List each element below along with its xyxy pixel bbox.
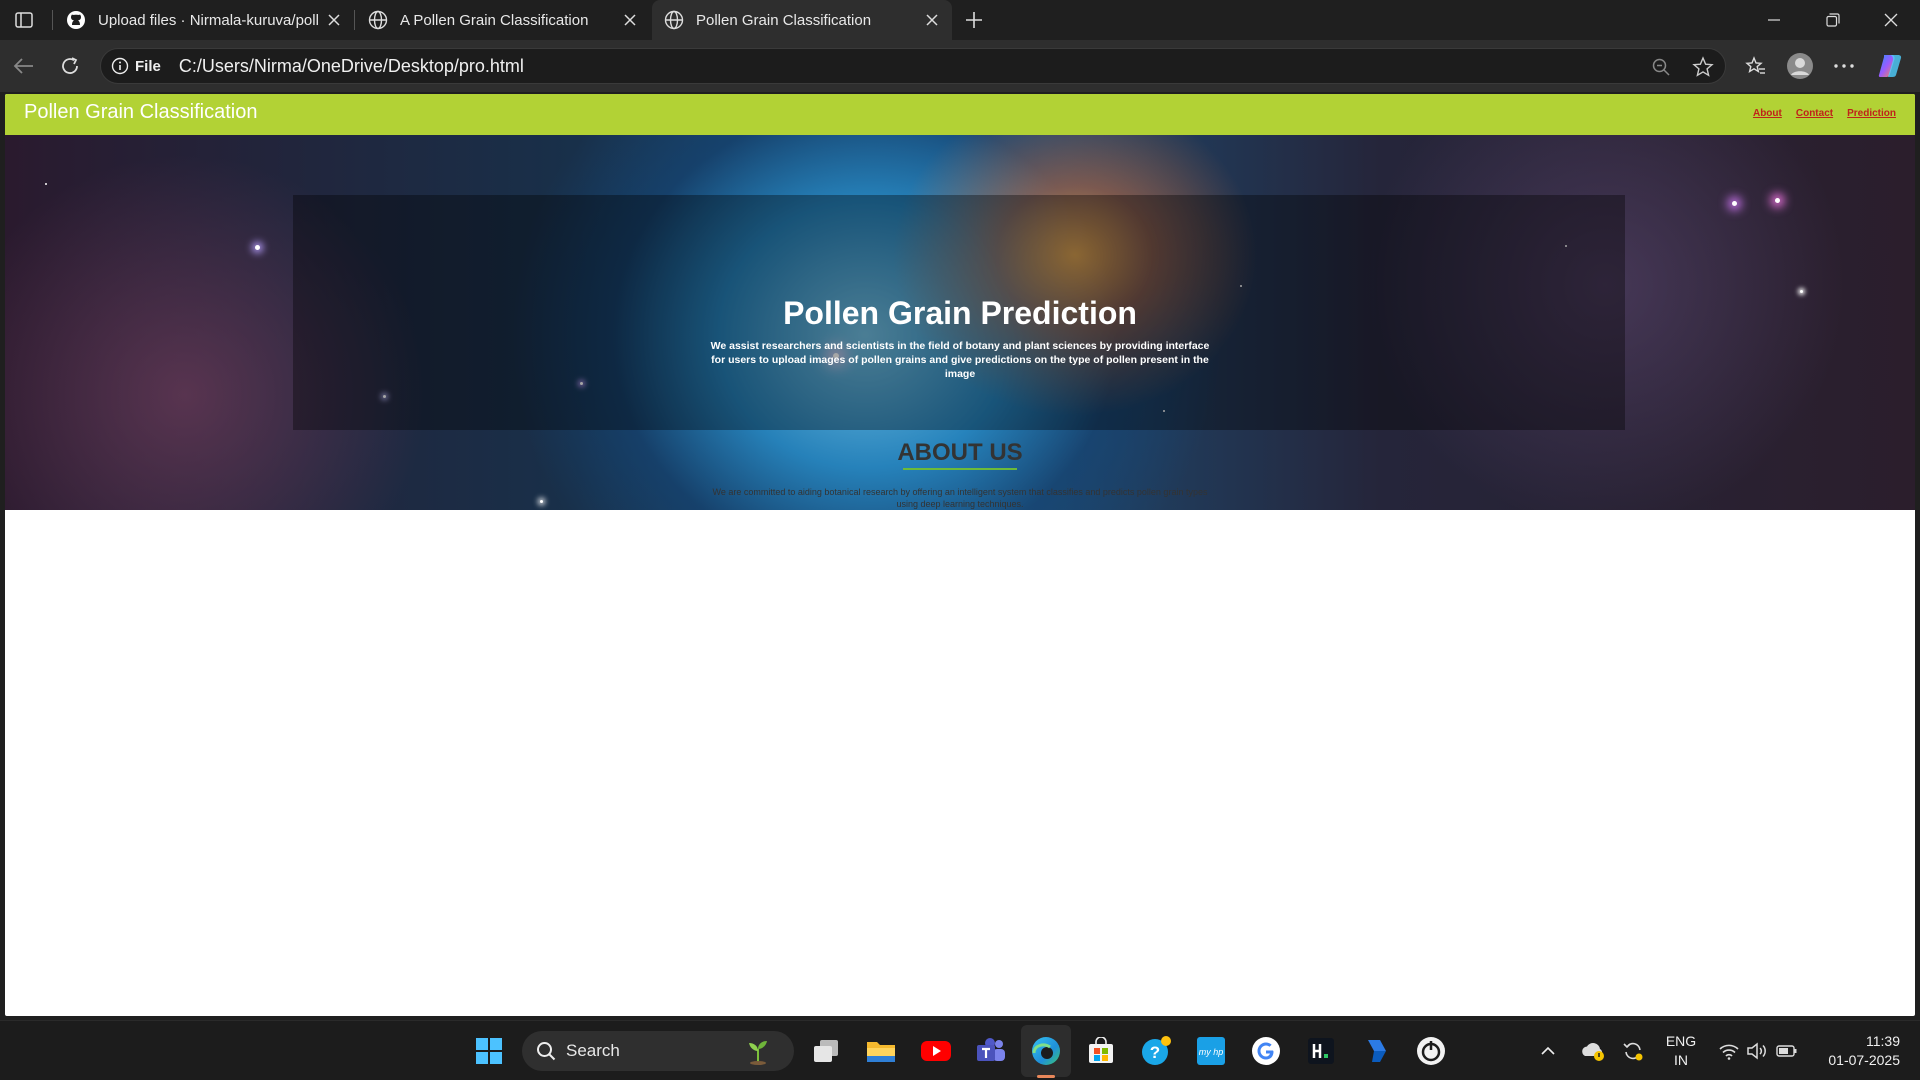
restore-icon[interactable] — [1804, 0, 1862, 40]
tab-separator — [52, 10, 53, 30]
star-decoration — [1775, 198, 1780, 203]
favorite-star-icon[interactable] — [1691, 55, 1715, 79]
task-view-icon[interactable] — [810, 1035, 842, 1067]
myhp-icon[interactable]: my hp — [1195, 1035, 1227, 1067]
site-info-label: File — [135, 57, 161, 75]
nav-link-about[interactable]: About — [1753, 108, 1782, 119]
refresh-icon[interactable] — [56, 52, 84, 80]
tab-pollen-grain-classification[interactable]: Pollen Grain Classification — [652, 0, 952, 40]
globe-icon — [664, 10, 684, 30]
close-icon[interactable] — [622, 12, 638, 28]
microsoft-store-icon[interactable] — [1085, 1035, 1117, 1067]
search-label: Search — [566, 1041, 620, 1060]
close-icon[interactable] — [326, 12, 342, 28]
google-icon[interactable] — [1250, 1035, 1282, 1067]
get-help-icon[interactable]: ? — [1140, 1035, 1172, 1067]
sidebar-toggle-icon[interactable] — [12, 9, 36, 31]
site-header: Pollen Grain Classification About Contac… — [5, 94, 1915, 135]
nav-link-contact[interactable]: Contact — [1796, 108, 1833, 119]
wifi-icon[interactable] — [1718, 1021, 1740, 1080]
clock-date: 01-07-2025 — [1828, 1052, 1900, 1068]
page-viewport: Pollen Grain Classification About Contac… — [5, 94, 1915, 1016]
show-hidden-icons-icon[interactable] — [1540, 1021, 1556, 1080]
info-icon — [111, 57, 129, 75]
taskbar-search-box[interactable]: Search — [522, 1031, 794, 1071]
more-options-icon[interactable] — [1830, 52, 1858, 80]
language-code: ENG — [1665, 1033, 1697, 1049]
language-region: IN — [1674, 1052, 1688, 1068]
back-icon[interactable] — [10, 52, 38, 80]
tab-title: Upload files · Nirmala-kuruva/poll — [98, 11, 318, 29]
tab-title: A Pollen Grain Classification — [400, 11, 589, 29]
teams-icon[interactable] — [975, 1035, 1007, 1067]
url-text[interactable]: C:/Users/Nirma/OneDrive/Desktop/pro.html — [179, 56, 524, 77]
hero-description: We assist researchers and scientists in … — [710, 340, 1210, 380]
browser-toolbar: File C:/Users/Nirma/OneDrive/Desktop/pro… — [0, 40, 1920, 92]
language-indicator[interactable]: ENG IN — [1666, 1021, 1696, 1080]
onedrive-warning-icon[interactable] — [1580, 1021, 1606, 1080]
hackerrank-icon[interactable] — [1305, 1035, 1337, 1067]
svg-text:?: ? — [1150, 1043, 1160, 1062]
site-nav: About Contact Prediction — [1753, 108, 1896, 119]
address-bar[interactable]: File C:/Users/Nirma/OneDrive/Desktop/pro… — [100, 48, 1726, 84]
copilot-icon[interactable] — [1876, 52, 1904, 80]
sync-icon[interactable] — [1622, 1021, 1644, 1080]
minimize-icon[interactable] — [1745, 0, 1803, 40]
star-decoration — [1732, 201, 1737, 206]
star-decoration — [1800, 290, 1803, 293]
close-icon[interactable] — [924, 12, 940, 28]
power-app-icon[interactable] — [1415, 1035, 1447, 1067]
star-decoration — [255, 245, 260, 250]
star-decoration — [540, 500, 543, 503]
new-tab-icon[interactable] — [960, 6, 988, 34]
active-app-indicator — [1037, 1075, 1055, 1078]
site-brand[interactable]: Pollen Grain Classification — [24, 101, 257, 124]
browser-title-bar: Upload files · Nirmala-kuruva/poll A Pol… — [0, 0, 1920, 40]
favorites-icon[interactable] — [1742, 52, 1770, 80]
tab-title: Pollen Grain Classification — [696, 11, 872, 29]
github-icon — [66, 10, 86, 30]
nav-link-prediction[interactable]: Prediction — [1847, 108, 1896, 119]
plant-sprout-icon — [744, 1037, 772, 1065]
profile-avatar-icon[interactable] — [1786, 52, 1814, 80]
zoom-out-icon[interactable] — [1649, 55, 1673, 79]
search-icon — [536, 1041, 556, 1061]
clock-time: 11:39 — [1866, 1033, 1900, 1049]
clock[interactable]: 11:39 01-07-2025 — [1816, 1021, 1900, 1080]
about-heading-underline — [903, 468, 1017, 470]
battery-icon[interactable] — [1776, 1021, 1798, 1080]
edge-browser-icon[interactable] — [1030, 1035, 1062, 1067]
tab-upload-files[interactable]: Upload files · Nirmala-kuruva/poll — [54, 0, 354, 40]
globe-icon — [368, 10, 388, 30]
svg-text:my hp: my hp — [1199, 1047, 1224, 1057]
windows-taskbar: Search ? my hp ENG IN 11:39 01-07-2025 — [0, 1020, 1920, 1080]
file-explorer-icon[interactable] — [865, 1035, 897, 1067]
tab-separator — [354, 10, 355, 30]
hero-title: Pollen Grain Prediction — [783, 295, 1137, 331]
windows-start-icon[interactable] — [473, 1035, 505, 1067]
power-automate-icon[interactable] — [1360, 1035, 1392, 1067]
close-window-icon[interactable] — [1862, 0, 1920, 40]
about-us-text: We are committed to aiding botanical res… — [712, 487, 1208, 509]
volume-icon[interactable] — [1746, 1021, 1768, 1080]
about-us-heading: ABOUT US — [897, 439, 1023, 466]
tab-a-pollen-grain-classification[interactable]: A Pollen Grain Classification — [356, 0, 650, 40]
site-info-chip[interactable]: File — [111, 57, 161, 75]
star-decoration — [45, 183, 47, 185]
youtube-icon[interactable] — [920, 1035, 952, 1067]
